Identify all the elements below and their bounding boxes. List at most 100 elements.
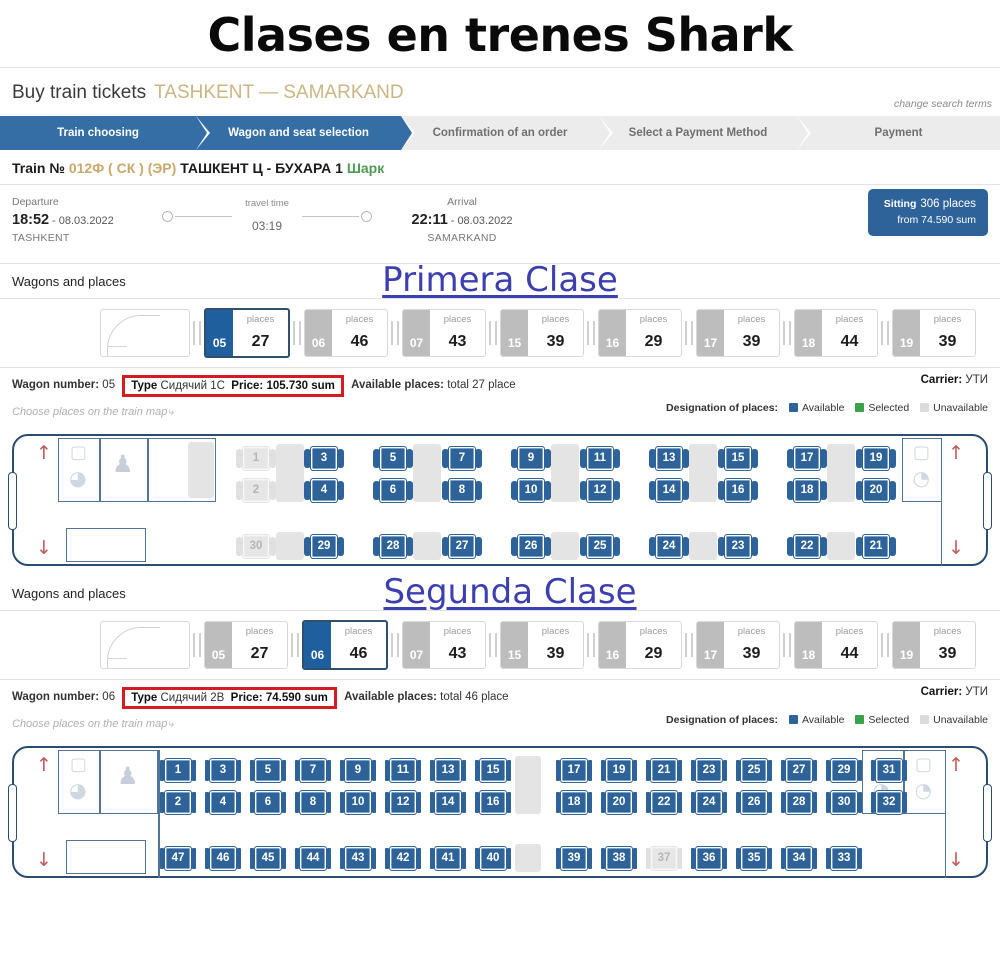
seat-36[interactable]: 36 [691, 845, 727, 871]
seat-11[interactable]: 11 [385, 757, 421, 783]
seat-19[interactable]: 19 [601, 757, 637, 783]
seat-29[interactable]: 29 [304, 533, 344, 559]
seat-13[interactable]: 13 [430, 757, 466, 783]
seat-31[interactable]: 31 [871, 757, 907, 783]
seat-15[interactable]: 15 [718, 445, 758, 471]
step-train-choosing[interactable]: Train choosing [0, 115, 210, 150]
seat-26[interactable]: 26 [511, 533, 551, 559]
seat-23[interactable]: 23 [691, 757, 727, 783]
wagon-option-07[interactable]: 07 places 43 [402, 308, 486, 357]
wagon-option-15[interactable]: 15 places 39 [500, 308, 584, 357]
seat-8[interactable]: 8 [295, 789, 331, 815]
seat-11[interactable]: 11 [580, 445, 620, 471]
wagon-option-18[interactable]: 18 places 44 [794, 308, 878, 357]
seat-44[interactable]: 44 [295, 845, 331, 871]
seat-13[interactable]: 13 [649, 445, 689, 471]
wagon-option-17[interactable]: 17 places 39 [696, 620, 780, 669]
seatmap-car-2[interactable]: ↑ ↓ ↑ ↓ ▢ ◕ ♟ ▢ ◔ ▢ ◔ 123456789101112131… [8, 745, 992, 878]
seat-3[interactable]: 3 [304, 445, 344, 471]
wagon-option-16[interactable]: 16 places 29 [598, 308, 682, 357]
wagon-option-15[interactable]: 15 places 39 [500, 620, 584, 669]
seat-24[interactable]: 24 [649, 533, 689, 559]
wagon-option-16[interactable]: 16 places 29 [598, 620, 682, 669]
wagon-option-19[interactable]: 19 places 39 [892, 620, 976, 669]
seat-30[interactable]: 30 [826, 789, 862, 815]
seat-5[interactable]: 5 [250, 757, 286, 783]
seat-6[interactable]: 6 [373, 477, 413, 503]
seat-2[interactable]: 2 [160, 789, 196, 815]
seat-17[interactable]: 17 [556, 757, 592, 783]
seat-33[interactable]: 33 [826, 845, 862, 871]
seat-25[interactable]: 25 [580, 533, 620, 559]
seat-28[interactable]: 28 [373, 533, 413, 559]
departure-date: - 08.03.2022 [52, 214, 114, 227]
seat-22[interactable]: 22 [787, 533, 827, 559]
seat-16[interactable]: 16 [475, 789, 511, 815]
seat-4[interactable]: 4 [205, 789, 241, 815]
seat-25[interactable]: 25 [736, 757, 772, 783]
seat-12[interactable]: 12 [580, 477, 620, 503]
seat-18[interactable]: 18 [787, 477, 827, 503]
wagon-option-18[interactable]: 18 places 44 [794, 620, 878, 669]
seat-46[interactable]: 46 [205, 845, 241, 871]
wagon-option-17[interactable]: 17 places 39 [696, 308, 780, 357]
seat-42[interactable]: 42 [385, 845, 421, 871]
seat-14[interactable]: 14 [649, 477, 689, 503]
wagon-option-05[interactable]: 05 places 27 [204, 620, 288, 669]
seat-38[interactable]: 38 [601, 845, 637, 871]
seat-20[interactable]: 20 [856, 477, 896, 503]
wagon-option-06[interactable]: 06 places 46 [302, 619, 388, 670]
seat-29[interactable]: 29 [826, 757, 862, 783]
seat-40[interactable]: 40 [475, 845, 511, 871]
step-select-payment-method[interactable]: Select a Payment Method [599, 115, 811, 150]
seat-16[interactable]: 16 [718, 477, 758, 503]
seat-27[interactable]: 27 [781, 757, 817, 783]
step-confirmation-of-order[interactable]: Confirmation of an order [401, 115, 613, 150]
wagon-option-19[interactable]: 19 places 39 [892, 308, 976, 357]
seat-28[interactable]: 28 [781, 789, 817, 815]
seat-10[interactable]: 10 [511, 477, 551, 503]
seat-23[interactable]: 23 [718, 533, 758, 559]
seat-5[interactable]: 5 [373, 445, 413, 471]
seatmap-car-1[interactable]: ↑ ↓ ↑ ↓ ▢ ◕ ♟ ▢ ◔ 1 2 3 4 5 6 7 8 9 10 11 12 13 14 15 1… [8, 433, 992, 566]
seat-17[interactable]: 17 [787, 445, 827, 471]
seat-8[interactable]: 8 [442, 477, 482, 503]
wagon-option-07[interactable]: 07 places 43 [402, 620, 486, 669]
seat-39[interactable]: 39 [556, 845, 592, 871]
seat-7[interactable]: 7 [295, 757, 331, 783]
seat-41[interactable]: 41 [430, 845, 466, 871]
seat-21[interactable]: 21 [646, 757, 682, 783]
seat-number: 13 [441, 764, 455, 777]
seat-3[interactable]: 3 [205, 757, 241, 783]
seat-27[interactable]: 27 [442, 533, 482, 559]
seat-10[interactable]: 10 [340, 789, 376, 815]
step-wagon-seat-selection[interactable]: Wagon and seat selection [196, 115, 415, 150]
seat-9[interactable]: 9 [511, 445, 551, 471]
seat-35[interactable]: 35 [736, 845, 772, 871]
seat-18[interactable]: 18 [556, 789, 592, 815]
seat-34[interactable]: 34 [781, 845, 817, 871]
seat-6[interactable]: 6 [250, 789, 286, 815]
seat-12[interactable]: 12 [385, 789, 421, 815]
seat-19[interactable]: 19 [856, 445, 896, 471]
change-search-terms-link[interactable]: change search terms [894, 98, 992, 110]
seat-15[interactable]: 15 [475, 757, 511, 783]
seat-32[interactable]: 32 [871, 789, 907, 815]
sitting-class-badge[interactable]: Sitting 306 places from 74.590 sum [867, 188, 988, 236]
wagon-option-05[interactable]: 05 places 27 [204, 307, 290, 358]
seat-21[interactable]: 21 [856, 533, 896, 559]
seat-22[interactable]: 22 [646, 789, 682, 815]
seat-43[interactable]: 43 [340, 845, 376, 871]
seat-47[interactable]: 47 [160, 845, 196, 871]
seat-20[interactable]: 20 [601, 789, 637, 815]
seat-4[interactable]: 4 [304, 477, 344, 503]
seat-26[interactable]: 26 [736, 789, 772, 815]
seat-14[interactable]: 14 [430, 789, 466, 815]
seat-9[interactable]: 9 [340, 757, 376, 783]
seat-24[interactable]: 24 [691, 789, 727, 815]
step-payment[interactable]: Payment [797, 115, 1000, 150]
seat-7[interactable]: 7 [442, 445, 482, 471]
wagon-option-06[interactable]: 06 places 46 [304, 308, 388, 357]
seat-45[interactable]: 45 [250, 845, 286, 871]
seat-1[interactable]: 1 [160, 757, 196, 783]
